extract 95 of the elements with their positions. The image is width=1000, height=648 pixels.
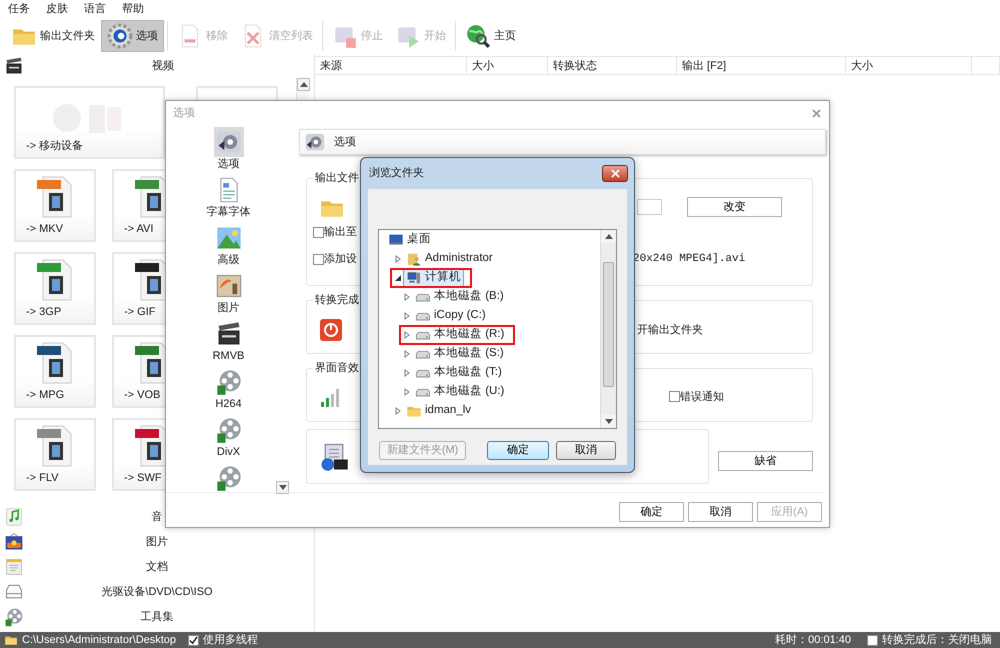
category-row[interactable]: 图片	[0, 529, 314, 554]
option-label: 开输出文件夹	[637, 322, 703, 338]
category-row[interactable]: 音	[0, 504, 314, 529]
globe-search-icon	[465, 23, 491, 49]
category-label: 工具集	[140, 609, 174, 624]
sunset-picture-icon	[4, 532, 24, 552]
menu-item[interactable]: 语言	[76, 0, 114, 18]
up-arrow-icon	[300, 82, 308, 87]
menu-item[interactable]: 皮肤	[38, 0, 76, 18]
monitor-icon	[388, 232, 404, 248]
tree-item[interactable]: 本地磁盘 (U:)	[412, 382, 508, 400]
dialog-title: 浏览文件夹	[369, 166, 424, 181]
toolbar-button[interactable]: 主页	[459, 20, 522, 52]
computer-icon	[406, 270, 422, 286]
checkbox[interactable]	[313, 227, 324, 238]
column-header[interactable]: 输出 [F2]	[677, 56, 846, 75]
format-tile[interactable]: -> FLV	[14, 418, 96, 491]
media-settings-icon	[304, 131, 326, 153]
down-arrow-icon	[604, 419, 612, 424]
category-label: 文档	[146, 559, 168, 574]
checkbox[interactable]	[188, 634, 200, 646]
dialog-button[interactable]: 确定	[619, 502, 684, 522]
column-header[interactable]: 转换状态	[548, 56, 677, 75]
up-arrow-icon	[604, 234, 612, 239]
format-tile[interactable]: -> 3GP	[14, 252, 96, 325]
document-icon	[4, 556, 24, 576]
menu-item[interactable]: 帮助	[114, 0, 152, 18]
group-title: 输出文件	[313, 171, 361, 186]
group-title: 界面音效	[313, 361, 361, 376]
close-button[interactable]	[602, 165, 628, 182]
folder-path-field[interactable]	[637, 199, 662, 215]
output-path: C:\Users\Administrator\Desktop	[22, 632, 176, 648]
scroll-up-button[interactable]	[297, 78, 310, 91]
tree-item[interactable]: 本地磁盘 (B:)	[412, 288, 507, 306]
category-label: 音	[152, 509, 162, 524]
file-name-pattern: 20x240 MPEG4].avi	[633, 252, 746, 267]
dialog-title: 选项	[173, 106, 195, 120]
painting-icon	[214, 272, 242, 300]
format-tile[interactable]: -> MPG	[14, 335, 96, 408]
dialog-button[interactable]: 取消	[556, 441, 616, 460]
category-row[interactable]: 文档	[0, 554, 314, 579]
column-header[interactable]: 大小	[846, 56, 972, 75]
music-note-icon	[4, 506, 24, 526]
close-icon	[812, 108, 821, 118]
film-reel-icon	[214, 416, 242, 444]
tree-item[interactable]: idman_lv	[403, 402, 474, 420]
default-button[interactable]: 缺省	[718, 451, 813, 471]
tree-item[interactable]: iCopy (C:)	[412, 306, 489, 324]
scrollbar-thumb[interactable]	[603, 262, 614, 387]
checkbox-label: 错误通知	[680, 390, 724, 404]
change-button[interactable]: 改变	[687, 197, 782, 217]
tree-item[interactable]: 本地磁盘 (S:)	[412, 344, 507, 362]
expander-icon[interactable]	[394, 274, 402, 282]
section-title: 选项	[334, 134, 356, 150]
close-icon	[610, 169, 620, 178]
category-header[interactable]: 视频	[152, 58, 174, 74]
elapsed-time: 耗时：00:01:40	[775, 632, 851, 648]
film-reel-icon	[214, 464, 242, 492]
checkbox-label: 使用多线程	[203, 632, 258, 648]
clapperboard-icon	[4, 56, 24, 76]
format-tile[interactable]: -> 移动设备	[14, 86, 165, 159]
category-label: 光驱设备\DVD\CD\ISO	[101, 584, 213, 599]
film-reel-icon	[214, 368, 242, 396]
gear-icon	[107, 23, 133, 49]
category-row[interactable]: 光驱设备\DVD\CD\ISO	[0, 579, 314, 604]
film-reel-icon	[4, 606, 24, 626]
category-row[interactable]: 工具集	[0, 604, 314, 629]
checkbox-label: 转换完成后：关闭电脑	[882, 632, 992, 648]
scroll-down-button[interactable]	[601, 415, 616, 428]
group-title: 转换完成	[313, 293, 361, 308]
column-header[interactable]: 来源	[315, 56, 467, 75]
down-arrow-icon	[278, 485, 286, 490]
category-label: 图片	[146, 534, 168, 549]
user-folder-icon	[406, 250, 422, 266]
window-settings-icon	[319, 442, 349, 472]
scroll-down-button[interactable]	[276, 481, 289, 494]
toolbar-button[interactable]: 选项	[101, 20, 164, 52]
scroll-up-button[interactable]	[601, 230, 616, 243]
column-header[interactable]: 大小	[467, 56, 548, 75]
checkbox-label: 添加设	[324, 252, 357, 267]
menu-item[interactable]: 任务	[0, 0, 38, 18]
column-header	[972, 56, 1000, 75]
dialog-button[interactable]: 确定	[487, 441, 549, 460]
tree-item[interactable]: 本地磁盘 (R:)	[412, 326, 508, 344]
dialog-button[interactable]: 取消	[688, 502, 753, 522]
tree-item[interactable]: 本地磁盘 (T:)	[412, 364, 505, 382]
tree-item[interactable]: 桌面	[385, 230, 434, 248]
checkbox[interactable]	[669, 391, 680, 402]
toolbar-button[interactable]: 输出文件夹	[5, 20, 101, 52]
checkbox-label: 输出至	[324, 225, 357, 240]
power-icon	[319, 318, 343, 342]
format-tile[interactable]: -> MKV	[14, 169, 96, 242]
tree-item[interactable]: Administrator	[403, 250, 496, 268]
checkbox[interactable]	[313, 254, 324, 265]
checkbox[interactable]	[867, 634, 878, 646]
